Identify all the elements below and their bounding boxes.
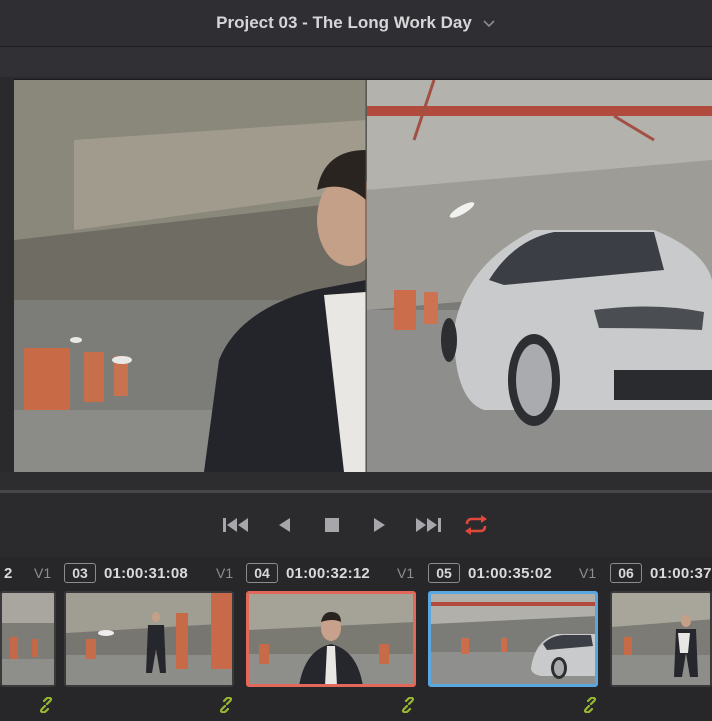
clip-item[interactable]: 2 V1: [0, 557, 56, 721]
clip-number: 04: [246, 563, 278, 583]
clip-thumbnail-selected[interactable]: [246, 591, 416, 687]
title-bar: Project 03 - The Long Work Day: [0, 0, 712, 47]
transport-controls: [0, 493, 712, 557]
clip-header: 03 01:00:31:08: [64, 563, 188, 583]
viewer[interactable]: [14, 79, 712, 472]
stop-button[interactable]: [319, 513, 345, 537]
clip-thumbnail-strip: 2 V1 03 01:00:31:08 V1 04 01:00:32:12 V1…: [0, 557, 712, 721]
link-icon: [39, 697, 53, 713]
clip-header: 04 01:00:32:12: [246, 563, 370, 583]
clip-track: V1: [397, 565, 415, 581]
clip-timecode: 01:00:31:08: [104, 564, 188, 582]
clip-thumbnail-image: [431, 594, 595, 684]
viewer-frame: [14, 80, 712, 472]
skip-to-start-icon: [223, 518, 248, 532]
clip-thumbnail-image: [2, 593, 54, 685]
clip-timecode: 01:00:37: [650, 564, 712, 582]
clip-item[interactable]: 06 01:00:37: [610, 557, 712, 721]
viewer-toolbar: [0, 47, 712, 77]
clip-track: V1: [34, 565, 52, 581]
clip-thumbnail-image: [66, 593, 232, 685]
clip-thumbnail[interactable]: [64, 591, 234, 687]
chevron-down-icon[interactable]: [482, 16, 496, 30]
stop-icon: [325, 518, 339, 532]
skip-to-end-icon: [416, 518, 441, 532]
clip-thumbnail-selected[interactable]: [428, 591, 598, 687]
skip-to-end-button[interactable]: [415, 513, 441, 537]
link-icon: [583, 697, 597, 713]
clip-thumbnail-image: [612, 593, 710, 685]
project-title[interactable]: Project 03 - The Long Work Day: [216, 13, 472, 33]
clip-item[interactable]: 03 01:00:31:08: [64, 557, 236, 721]
play-forward-button[interactable]: [367, 513, 393, 537]
clip-thumbnail[interactable]: [0, 591, 56, 687]
clip-item[interactable]: 04 01:00:32:12: [246, 557, 418, 721]
clip-number: 2: [4, 564, 13, 582]
viewer-status-bar: [0, 472, 712, 490]
clip-item[interactable]: 05 01:00:35:02: [428, 557, 600, 721]
play-reverse-button[interactable]: [271, 513, 297, 537]
loop-icon: [465, 515, 487, 535]
play-reverse-icon: [279, 518, 290, 532]
play-icon: [374, 518, 385, 532]
clip-track: V1: [579, 565, 597, 581]
clip-number: 05: [428, 563, 460, 583]
link-icon: [401, 697, 415, 713]
clip-timecode: 01:00:35:02: [468, 564, 552, 582]
clip-timecode: 01:00:32:12: [286, 564, 370, 582]
clip-header: 05 01:00:35:02: [428, 563, 552, 583]
skip-to-start-button[interactable]: [223, 513, 249, 537]
clip-number: 06: [610, 563, 642, 583]
clip-number: 03: [64, 563, 96, 583]
clip-header: 06 01:00:37: [610, 563, 712, 583]
clip-header: 2: [4, 563, 12, 583]
clip-track: V1: [216, 565, 234, 581]
link-icon: [219, 697, 233, 713]
clip-thumbnail[interactable]: [610, 591, 712, 687]
clip-thumbnail-image: [249, 594, 413, 684]
loop-button[interactable]: [463, 513, 489, 537]
